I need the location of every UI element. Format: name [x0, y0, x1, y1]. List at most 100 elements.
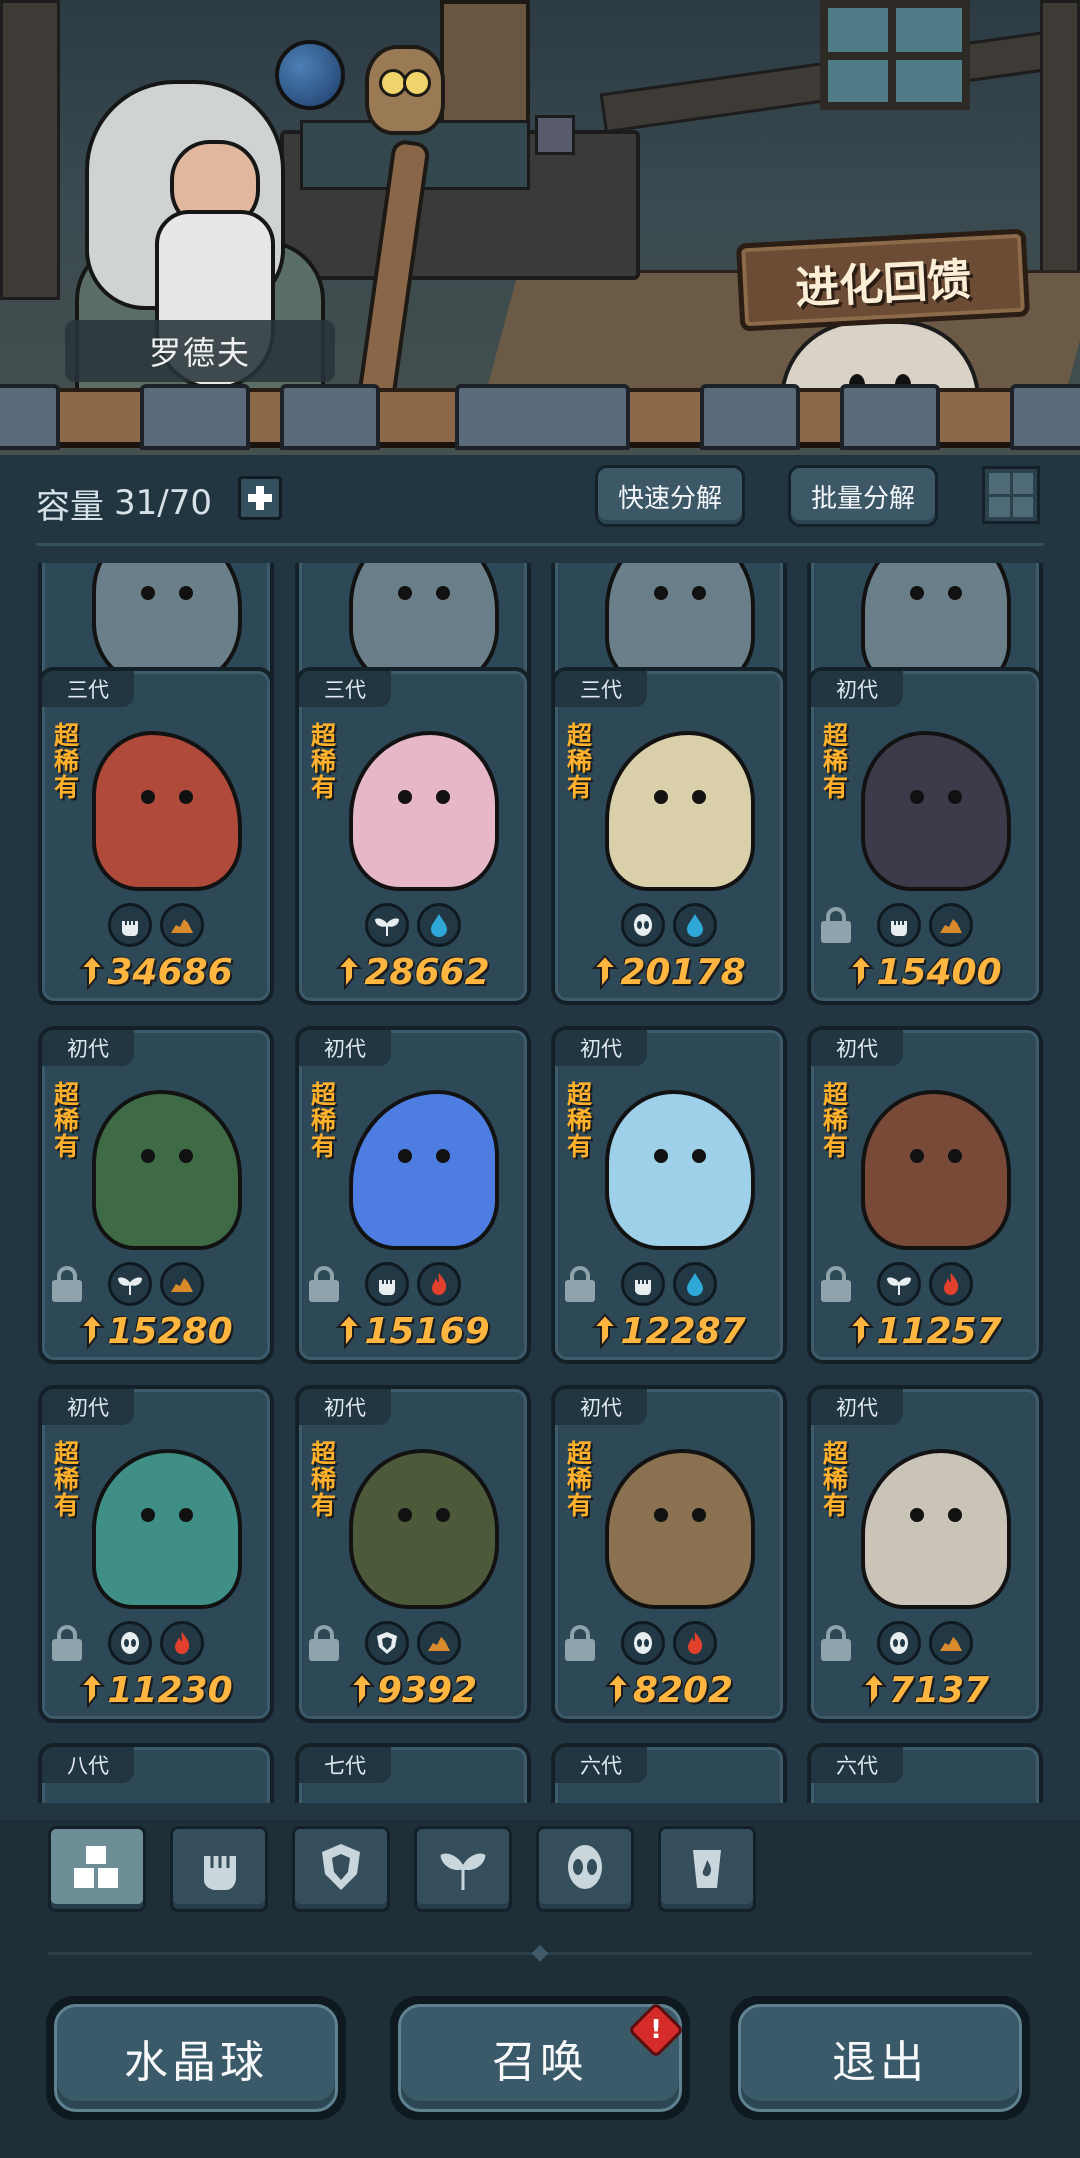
lock-icon[interactable] — [821, 1266, 851, 1302]
power-arrow-icon — [848, 1313, 875, 1349]
filter-tab-shield[interactable] — [292, 1826, 390, 1912]
rarity-label: 超稀有 — [823, 721, 849, 802]
power-value: 15400 — [811, 949, 1039, 995]
shield-trait-icon — [365, 1621, 409, 1665]
generation-label: 初代 — [42, 1030, 134, 1066]
rarity-label: 超稀有 — [823, 1080, 849, 1161]
monster-card[interactable]: 三代 超稀有 34686 — [38, 667, 274, 1005]
monster-portrait — [861, 1090, 1011, 1250]
lock-icon[interactable] — [565, 1625, 595, 1661]
monster-card-grid[interactable]: 54111527174213237158三代超稀有34686三代超稀有28662… — [0, 563, 1080, 1803]
evolve-feedback-button[interactable]: 进化回馈 — [735, 228, 1031, 332]
filter-tab-alien[interactable] — [536, 1826, 634, 1912]
fire-trait-icon — [929, 1262, 973, 1306]
monster-card[interactable]: 六代 — [551, 1743, 787, 1803]
power-arrow-icon — [592, 1313, 619, 1349]
generation-label: 三代 — [42, 671, 134, 707]
lock-icon[interactable] — [821, 907, 851, 943]
monster-card[interactable]: 初代 超稀有 11230 — [38, 1385, 274, 1723]
power-arrow-icon — [848, 954, 875, 990]
rarity-label: 超稀有 — [311, 721, 337, 802]
lock-icon[interactable] — [821, 1625, 851, 1661]
monster-card[interactable]: 八代 — [38, 1743, 274, 1803]
monster-card[interactable]: 初代 超稀有 7137 — [807, 1385, 1043, 1723]
filter-tab-fist[interactable] — [170, 1826, 268, 1912]
power-number: 12287 — [620, 1310, 746, 1352]
chair — [440, 0, 530, 130]
shelf-block — [455, 384, 630, 450]
leaf-trait-icon — [365, 903, 409, 947]
shelf-block — [0, 384, 60, 450]
power-number: 7137 — [888, 1669, 990, 1711]
shelf-block — [700, 384, 800, 450]
leaf-icon — [434, 1838, 492, 1900]
alien-trait-icon — [108, 1621, 152, 1665]
power-number: 28662 — [364, 951, 490, 993]
monster-card[interactable]: 初代 超稀有 12287 — [551, 1026, 787, 1364]
monster-card[interactable]: 初代 超稀有 11257 — [807, 1026, 1043, 1364]
monster-card[interactable]: 六代 — [807, 1743, 1043, 1803]
monster-card[interactable]: 七代 — [295, 1743, 531, 1803]
power-value: 8202 — [555, 1667, 783, 1713]
shelf-block — [140, 384, 250, 450]
monster-card[interactable]: 初代 超稀有 9392 — [295, 1385, 531, 1723]
power-arrow-icon — [336, 954, 363, 990]
rarity-label: 超稀有 — [54, 721, 80, 802]
earth-trait-icon — [929, 1621, 973, 1665]
exit-button[interactable]: 退出 — [730, 1996, 1030, 2120]
power-number: 9392 — [376, 1669, 478, 1711]
filter-tab-tower[interactable] — [658, 1826, 756, 1912]
quick-decompose-button[interactable]: 快速分解 — [595, 465, 745, 527]
power-number: 20178 — [620, 951, 746, 993]
crystal-ball-button[interactable]: 水晶球 — [46, 1996, 346, 2120]
grid-view-icon[interactable] — [982, 466, 1040, 524]
fist-icon — [190, 1838, 248, 1900]
monster-card[interactable]: 初代 超稀有 15169 — [295, 1026, 531, 1364]
alien-trait-icon — [621, 1621, 665, 1665]
power-arrow-icon — [79, 954, 106, 990]
shelf-block — [280, 384, 380, 450]
rarity-label: 超稀有 — [567, 1080, 593, 1161]
lock-icon[interactable] — [309, 1266, 339, 1302]
crystal-ball-label: 水晶球 — [54, 2004, 338, 2112]
monster-card[interactable]: 初代 超稀有 8202 — [551, 1385, 787, 1723]
power-value: 15280 — [42, 1308, 270, 1354]
lock-icon[interactable] — [309, 1625, 339, 1661]
generation-label: 初代 — [555, 1389, 647, 1425]
monster-portrait — [92, 731, 242, 891]
power-number: 15169 — [364, 1310, 490, 1352]
earth-trait-icon — [160, 903, 204, 947]
generation-label: 六代 — [555, 1747, 647, 1783]
fire-trait-icon — [160, 1621, 204, 1665]
lock-icon[interactable] — [565, 1266, 595, 1302]
filter-tab-all[interactable] — [48, 1826, 146, 1912]
capacity-display: 容量 31/70 — [36, 478, 212, 528]
power-arrow-icon — [336, 1313, 363, 1349]
monster-card[interactable]: 初代 超稀有 15400 — [807, 667, 1043, 1005]
expand-capacity-button[interactable] — [238, 476, 282, 520]
capacity-value: 31/70 — [114, 483, 212, 523]
tower-icon — [678, 1838, 736, 1900]
shield-icon — [312, 1838, 370, 1900]
leaf-trait-icon — [877, 1262, 921, 1306]
filter-tab-leaf[interactable] — [414, 1826, 512, 1912]
lock-icon[interactable] — [52, 1625, 82, 1661]
fist-trait-icon — [621, 1262, 665, 1306]
power-value: 11230 — [42, 1667, 270, 1713]
monster-card[interactable]: 三代 超稀有 28662 — [295, 667, 531, 1005]
generation-label: 初代 — [811, 1030, 903, 1066]
power-arrow-icon — [348, 1672, 375, 1708]
generation-label: 初代 — [299, 1389, 391, 1425]
all-icon — [68, 1838, 126, 1900]
batch-decompose-button[interactable]: 批量分解 — [788, 465, 938, 527]
leaf-trait-icon — [108, 1262, 152, 1306]
monster-card[interactable]: 初代 超稀有 15280 — [38, 1026, 274, 1364]
monster-card[interactable]: 三代 超稀有 20178 — [551, 667, 787, 1005]
power-value: 28662 — [299, 949, 527, 995]
alien-trait-icon — [621, 903, 665, 947]
power-arrow-icon — [79, 1313, 106, 1349]
water-trait-icon — [673, 1262, 717, 1306]
power-arrow-icon — [860, 1672, 887, 1708]
lock-icon[interactable] — [52, 1266, 82, 1302]
power-value: 20178 — [555, 949, 783, 995]
